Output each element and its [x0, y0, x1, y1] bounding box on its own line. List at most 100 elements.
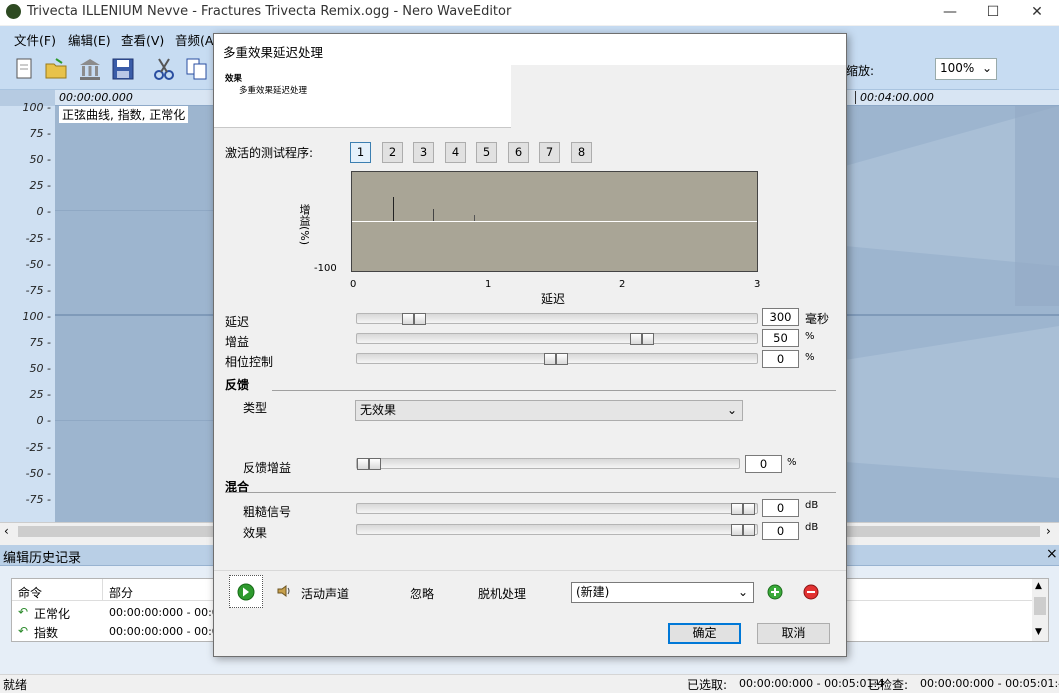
menu-file[interactable]: 文件(F) — [14, 30, 56, 49]
phase-unit: % — [805, 352, 815, 363]
history-command: 正常化 — [34, 607, 71, 621]
rough-signal-slider-thumb[interactable] — [731, 503, 743, 515]
program-button-3[interactable]: 3 — [413, 142, 434, 163]
gain-input[interactable]: 50 — [762, 329, 799, 347]
effect-level-input[interactable]: 0 — [762, 522, 799, 540]
program-button-1[interactable]: 1 — [350, 142, 371, 163]
offline-processing-label[interactable]: 脱机处理 — [478, 585, 526, 602]
copy-icon[interactable] — [183, 55, 211, 83]
rough-signal-unit: dB — [805, 500, 819, 511]
rough-signal-label: 粗糙信号 — [243, 505, 292, 519]
delay-tap-line — [433, 209, 434, 221]
graph-xlabel: 延迟 — [541, 292, 566, 306]
delay-input[interactable]: 300 — [762, 308, 799, 326]
undo-icon: ↶ — [18, 624, 29, 638]
delay-slider[interactable] — [356, 313, 758, 325]
graph-xtick: 3 — [754, 279, 761, 290]
delay-slider-thumb[interactable] — [402, 313, 414, 325]
history-command: 指数 — [34, 626, 59, 640]
new-file-icon[interactable] — [10, 55, 38, 83]
feedback-gain-slider-thumb[interactable] — [369, 458, 381, 470]
cut-icon[interactable] — [150, 55, 178, 83]
col-part-header[interactable]: 部分 — [109, 584, 133, 601]
wave-effect-label: 正弦曲线, 指数, 正常化 — [59, 106, 189, 123]
history-vscroll[interactable]: ▲ ▼ — [1032, 579, 1048, 641]
program-button-8[interactable]: 8 — [571, 142, 592, 163]
gain-slider[interactable] — [356, 333, 758, 345]
program-button-2[interactable]: 2 — [382, 142, 403, 163]
status-checked-label: 已检查: — [868, 678, 909, 692]
active-channel-label[interactable]: 活动声道 — [301, 585, 349, 602]
history-close-icon[interactable]: × — [1046, 546, 1058, 562]
feedback-separator — [272, 390, 836, 391]
feedback-gain-slider[interactable] — [356, 458, 740, 470]
delay-slider-thumb[interactable] — [414, 313, 426, 325]
feedback-type-select[interactable]: 无效果 ⌄ — [355, 400, 743, 421]
chevron-down-icon: ⌄ — [726, 403, 737, 417]
amplitude-tick-label: -25 - — [25, 440, 51, 454]
phase-slider[interactable] — [356, 353, 758, 365]
open-folder-icon[interactable] — [42, 55, 70, 83]
delay-graph[interactable] — [351, 171, 758, 272]
program-button-6[interactable]: 6 — [508, 142, 529, 163]
library-icon[interactable] — [76, 55, 104, 83]
amplitude-tick-label: 100 - — [22, 101, 51, 114]
save-icon[interactable] — [109, 55, 137, 83]
multi-delay-dialog: 多重效果延迟处理 效果 多重效果延迟处理 激活的测试程序: 1 2 3 4 5 … — [213, 33, 847, 657]
amplitude-tick-label: -25 - — [25, 231, 51, 245]
status-ready: 就绪 — [3, 678, 28, 692]
feedback-gain-unit: % — [787, 457, 797, 468]
rough-signal-slider-thumb[interactable] — [743, 503, 755, 515]
menu-audio[interactable]: 音频(A) — [175, 30, 218, 49]
feedback-type-value: 无效果 — [360, 403, 397, 417]
effect-level-label: 效果 — [243, 526, 268, 540]
effect-level-slider[interactable] — [356, 524, 758, 536]
phase-slider-thumb[interactable] — [556, 353, 568, 365]
delay-tap-line — [474, 215, 475, 221]
delay-unit: 毫秒 — [805, 312, 830, 326]
ruler-start: 00:00:00.000 — [59, 91, 133, 104]
remove-preset-icon[interactable] — [803, 584, 819, 603]
scroll-right-icon[interactable]: › — [1046, 524, 1051, 538]
feedback-gain-slider-thumb[interactable] — [357, 458, 369, 470]
header-image-area — [511, 65, 846, 128]
scroll-thumb[interactable] — [1034, 597, 1046, 615]
zoom-select[interactable]: 100% ⌄ — [935, 58, 997, 80]
effect-level-slider-thumb[interactable] — [743, 524, 755, 536]
gain-slider-thumb[interactable] — [642, 333, 654, 345]
effect-level-slider-thumb[interactable] — [731, 524, 743, 536]
feedback-gain-label: 反馈增益 — [243, 461, 292, 475]
gain-slider-thumb[interactable] — [630, 333, 642, 345]
speaker-icon[interactable] — [276, 583, 292, 602]
close-button[interactable]: ✕ — [1027, 3, 1047, 21]
program-button-7[interactable]: 7 — [539, 142, 560, 163]
program-button-4[interactable]: 4 — [445, 142, 466, 163]
menu-edit[interactable]: 编辑(E) — [68, 30, 111, 49]
scroll-down-icon[interactable]: ▼ — [1035, 627, 1042, 637]
col-command-header[interactable]: 命令 — [18, 584, 42, 601]
scroll-left-icon[interactable]: ‹ — [4, 524, 9, 538]
ignore-label[interactable]: 忽略 — [410, 585, 434, 602]
rough-signal-input[interactable]: 0 — [762, 499, 799, 517]
menu-view[interactable]: 查看(V) — [121, 30, 164, 49]
amplitude-tick-label: 75 - — [29, 127, 51, 141]
preview-play-button[interactable] — [229, 575, 263, 608]
preset-select[interactable]: (新建) ⌄ — [571, 582, 754, 603]
feedback-gain-input[interactable]: 0 — [745, 455, 782, 473]
phase-slider-thumb[interactable] — [544, 353, 556, 365]
status-checked-value: 00:00:00:000 - 00:05:01:4 — [920, 677, 1059, 690]
app-icon — [6, 4, 21, 19]
add-preset-icon[interactable] — [767, 584, 783, 603]
ok-button[interactable]: 确定 — [668, 623, 741, 644]
cancel-button[interactable]: 取消 — [757, 623, 830, 644]
preset-value: (新建) — [576, 585, 610, 599]
minimize-button[interactable]: — — [940, 3, 960, 21]
maximize-button[interactable]: ☐ — [983, 3, 1003, 21]
phase-input[interactable]: 0 — [762, 350, 799, 368]
program-button-5[interactable]: 5 — [476, 142, 497, 163]
phase-label: 相位控制 — [225, 355, 274, 369]
scroll-up-icon[interactable]: ▲ — [1035, 581, 1042, 591]
status-selected-label: 已选取: — [687, 678, 728, 692]
feedback-heading: 反馈 — [225, 378, 250, 392]
rough-signal-slider[interactable] — [356, 503, 758, 515]
